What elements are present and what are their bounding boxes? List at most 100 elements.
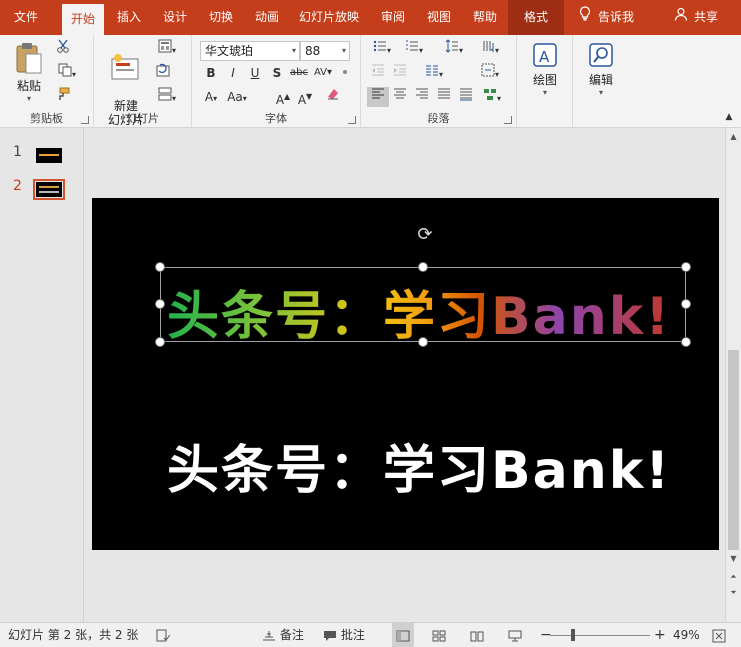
underline-button[interactable]: U (244, 63, 266, 83)
font-size-combo[interactable]: 88 ▾ (300, 41, 350, 61)
drawing-button[interactable]: A 绘图 ▾ (523, 41, 567, 97)
tab-help[interactable]: 帮助 (464, 0, 506, 35)
align-left-icon[interactable] (367, 87, 389, 107)
scroll-up-icon[interactable]: ▲ (726, 130, 741, 144)
smartart-icon[interactable]: ▾ (477, 87, 507, 107)
format-painter-icon[interactable] (52, 87, 74, 107)
resize-handle-top-right[interactable] (681, 262, 691, 272)
numbering-icon[interactable]: ▾ (399, 39, 429, 59)
text-direction-icon[interactable]: ▾ (475, 39, 505, 59)
decrease-font-size-icon[interactable]: A▼ (294, 87, 316, 107)
normal-view-icon[interactable] (392, 623, 414, 647)
columns-icon[interactable]: ▾ (419, 63, 449, 83)
zoom-slider-track[interactable] (550, 635, 650, 636)
tab-format[interactable]: 格式 (508, 0, 564, 35)
tab-slideshow[interactable]: 幻灯片放映 (293, 0, 365, 35)
paragraph-launcher-icon[interactable] (504, 116, 512, 124)
clipboard-launcher-icon[interactable] (81, 116, 89, 124)
resize-handle-right[interactable] (681, 299, 691, 309)
align-right-icon[interactable] (411, 87, 433, 107)
fit-slide-icon[interactable] (712, 623, 726, 647)
distributed-icon[interactable] (455, 87, 477, 107)
resize-handle-bottom[interactable] (418, 337, 428, 347)
reset-icon[interactable] (152, 63, 174, 83)
tab-insert[interactable]: 插入 (108, 0, 150, 35)
font-name-dropdown-icon[interactable]: ▾ (292, 42, 296, 60)
align-text-icon[interactable]: ▾ (475, 63, 505, 83)
ribbon-tab-bar: 文件 开始 插入 设计 切换 动画 幻灯片放映 审阅 视图 帮助 格式 告诉我 … (0, 0, 741, 35)
increase-font-size-icon[interactable]: A▲ (272, 87, 294, 107)
tab-animations[interactable]: 动画 (246, 0, 288, 35)
resize-handle-top-left[interactable] (155, 262, 165, 272)
bold-button[interactable]: B (200, 63, 222, 83)
tell-me-box[interactable]: 告诉我 (578, 0, 634, 35)
find-icon (589, 43, 613, 67)
spelling-icon[interactable] (156, 623, 171, 647)
zoom-in-button[interactable]: + (654, 623, 666, 647)
previous-slide-icon[interactable]: ⏶ (726, 570, 741, 584)
change-case-button[interactable]: Aa▾ (222, 87, 252, 107)
editing-button[interactable]: 编辑 ▾ (579, 41, 623, 97)
font-launcher-icon[interactable] (348, 116, 356, 124)
cut-icon[interactable] (52, 39, 74, 59)
thumbnail-number: 2 (13, 178, 22, 194)
resize-handle-bottom-left[interactable] (155, 337, 165, 347)
slide-thumbnail-1[interactable] (36, 148, 62, 163)
tab-review[interactable]: 审阅 (372, 0, 414, 35)
decrease-indent-icon[interactable] (367, 63, 389, 83)
collapse-ribbon-icon[interactable]: ▲ (718, 107, 740, 127)
font-color-button[interactable]: A▾ (200, 87, 222, 107)
slide-canvas[interactable]: ⟳ 头条号：学习Bank! 头条号：学习Bank! (92, 198, 719, 550)
copy-icon[interactable]: ▾ (52, 63, 82, 83)
selection-box[interactable] (160, 267, 686, 342)
align-center-icon[interactable] (389, 87, 411, 107)
tab-file[interactable]: 文件 (0, 0, 52, 35)
resize-handle-bottom-right[interactable] (681, 337, 691, 347)
thumbnail-number: 1 (13, 144, 22, 160)
italic-button[interactable]: I (222, 63, 244, 83)
slideshow-view-icon[interactable] (508, 623, 522, 647)
slides-group: 新建 幻灯片 ▾ ▾ 幻灯片 (94, 35, 192, 128)
text-shadow-button[interactable]: S (266, 63, 288, 83)
zoom-level[interactable]: 49% (673, 623, 700, 647)
line-spacing-icon[interactable]: ▾ (439, 39, 469, 59)
comment-icon (324, 630, 336, 641)
slide-thumbnail-2[interactable] (33, 179, 65, 200)
notes-button[interactable]: 备注 (262, 623, 304, 647)
strikethrough-button[interactable]: abc (288, 63, 310, 83)
vertical-scrollbar[interactable]: ▲ ▼ ⏶ ⏷ (725, 128, 741, 622)
section-icon[interactable]: ▾ (152, 87, 182, 107)
increase-indent-icon[interactable] (389, 63, 411, 83)
font-size-dropdown-icon[interactable]: ▾ (342, 42, 346, 60)
paste-button[interactable]: 粘贴 ▾ (8, 41, 50, 103)
tell-me-label: 告诉我 (598, 10, 635, 24)
share-button[interactable]: 共享 (674, 0, 718, 35)
paste-icon (16, 43, 42, 74)
justify-icon[interactable] (433, 87, 455, 107)
resize-handle-top[interactable] (418, 262, 428, 272)
font-name-combo[interactable]: 华文琥珀 ▾ (200, 41, 300, 61)
resize-handle-left[interactable] (155, 299, 165, 309)
tab-transitions[interactable]: 切换 (200, 0, 242, 35)
slide-sorter-view-icon[interactable] (432, 623, 446, 647)
bullets-icon[interactable]: ▾ (367, 39, 397, 59)
next-slide-icon[interactable]: ⏷ (726, 586, 741, 600)
tab-view[interactable]: 视图 (418, 0, 460, 35)
editing-label: 编辑 (588, 73, 613, 87)
font-more-icon[interactable] (334, 63, 356, 83)
rotate-handle-icon[interactable]: ⟳ (414, 224, 436, 246)
scroll-down-icon[interactable]: ▼ (726, 552, 741, 566)
scrollbar-thumb[interactable] (728, 350, 739, 550)
drawing-label: 绘图 (532, 73, 557, 87)
comments-button[interactable]: 批注 (323, 623, 365, 647)
layout-icon[interactable]: ▾ (152, 39, 182, 59)
character-spacing-button[interactable]: AV▾ (312, 63, 334, 83)
font-group: 华文琥珀 ▾ 88 ▾ B I U S abc AV▾ A▾ Aa▾ A▲ A▼… (192, 35, 361, 128)
paragraph-group-label: 段落 (427, 112, 450, 125)
tab-home[interactable]: 开始 (62, 4, 104, 35)
white-title-text[interactable]: 头条号：学习Bank! (167, 428, 671, 503)
tab-design[interactable]: 设计 (154, 0, 196, 35)
reading-view-icon[interactable] (470, 623, 484, 647)
zoom-slider-thumb[interactable] (571, 629, 575, 641)
clear-formatting-icon[interactable] (322, 87, 344, 107)
